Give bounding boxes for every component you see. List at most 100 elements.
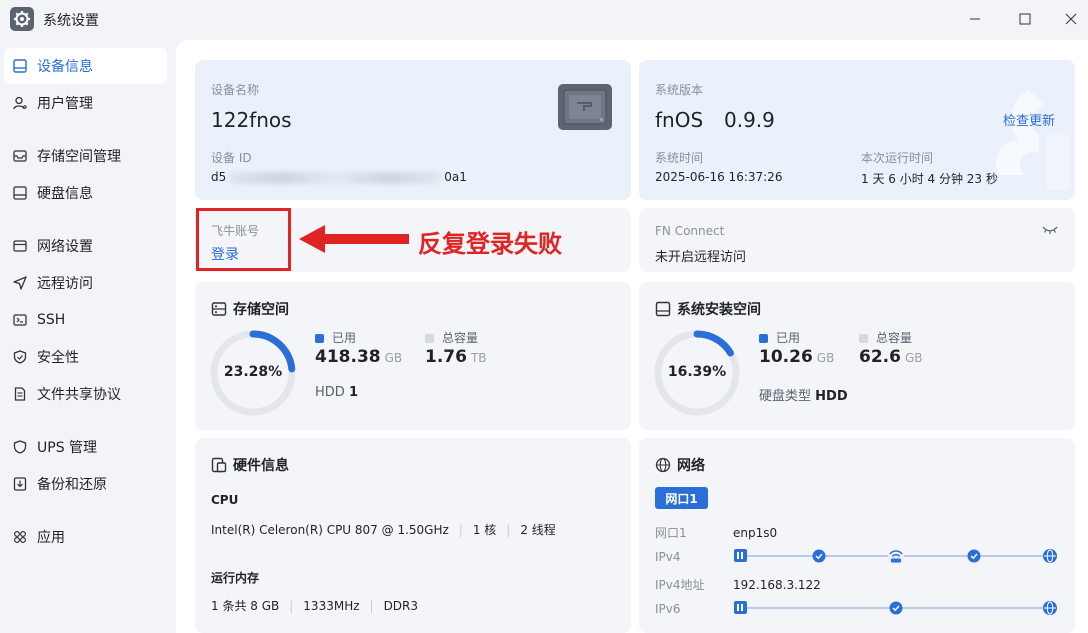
uptime: 1 天 6 小时 4 分钟 23 秒: [861, 172, 998, 186]
sidebar-item-label: SSH: [37, 312, 66, 328]
fn-connect-label: FN Connect: [655, 224, 725, 238]
storage-disk-info: HDD 1: [315, 385, 358, 400]
system-space-total-number: 62.6: [859, 347, 901, 367]
sidebar-item-label: 硬盘信息: [37, 186, 93, 202]
sidebar-item-device-info[interactable]: 设备信息: [4, 48, 167, 84]
sidebar-item-label: 应用: [37, 530, 65, 546]
storage-used-value: 418.38 GB: [315, 347, 402, 367]
terminal-icon: [12, 312, 28, 328]
cpu-label: CPU: [211, 493, 239, 507]
sidebar-item-security[interactable]: 安全性: [4, 339, 167, 375]
storage-total-unit: TB: [470, 351, 487, 365]
check-update-link[interactable]: 检查更新: [1003, 110, 1055, 129]
device-id-prefix: d5: [211, 170, 227, 184]
sidebar-item-label: 远程访问: [37, 276, 93, 292]
memory-slots: 1 条共 8 GB: [211, 599, 280, 613]
sidebar-item-label: 设备信息: [37, 59, 93, 75]
annotation-highlight-box: [196, 208, 291, 271]
nas-device-icon: [557, 83, 613, 135]
sidebar-item-label: 用户管理: [37, 96, 93, 112]
sidebar-item-backup[interactable]: 备份和还原: [4, 466, 167, 502]
sidebar-item-ups[interactable]: UPS 管理: [4, 429, 167, 465]
shield-icon: [12, 349, 28, 365]
hardware-title: 硬件信息: [211, 455, 289, 475]
system-space-total-legend: 总容量: [859, 329, 912, 346]
device-info-icon: [12, 58, 28, 74]
network-row-key: IPv4地址: [655, 578, 705, 592]
storage-used-label: 已用: [332, 331, 357, 345]
storage-title: 存储空间: [211, 299, 289, 319]
memory-label: 运行内存: [211, 571, 260, 585]
storage-used-unit: GB: [384, 351, 403, 365]
system-space-disk-type: 硬盘类型 HDD: [759, 385, 848, 404]
fn-connect-card: FN Connect 未开启远程访问: [639, 208, 1075, 272]
network-row-port: 网口1 enp1s0: [655, 524, 777, 541]
storage-disk-count: 1: [348, 385, 358, 400]
network-title-text: 网络: [677, 458, 705, 474]
fn-connect-status: 未开启远程访问: [655, 250, 747, 265]
sidebar-item-label: 安全性: [37, 350, 79, 366]
hardware-icon: [211, 457, 227, 473]
sidebar-item-ssh[interactable]: SSH: [4, 302, 167, 338]
network-title: 网络: [655, 455, 705, 475]
network-icon: [12, 238, 28, 254]
storage-card: 存储空间 23.28% 已用 418.38 GB 总容量 1.76 TB HDD 1: [195, 282, 631, 430]
uptime-label: 本次运行时间: [861, 151, 934, 165]
hardware-title-text: 硬件信息: [233, 458, 289, 474]
file-icon: [12, 386, 28, 402]
sidebar-item-remote[interactable]: 远程访问: [4, 265, 167, 301]
sidebar-item-disk[interactable]: 硬盘信息: [4, 175, 167, 211]
eye-closed-icon[interactable]: [1042, 224, 1058, 240]
ipv4-topology-diagram: [734, 548, 1057, 564]
network-row-ipv4: IPv4: [655, 550, 733, 564]
main-panel: 设备名称 122fnos 设备 ID d5 0a1 系统版本 fnOS 0.9.9…: [176, 40, 1088, 633]
window-title: 系统设置: [43, 13, 99, 29]
sidebar: 设备信息 用户管理 存储空间管理 硬盘信息 网络设置 远程访问 SSH 安全性 …: [0, 40, 172, 633]
network-row-key: IPv4: [655, 550, 681, 564]
storage-icon: [12, 148, 28, 164]
storage-total-label: 总容量: [442, 331, 479, 345]
cpu-threads: 2 线程: [520, 523, 556, 537]
memory-frequency: 1333MHz: [303, 599, 360, 613]
close-button[interactable]: [1060, 8, 1082, 30]
system-space-total-label: 总容量: [876, 331, 913, 345]
sidebar-item-file-sharing[interactable]: 文件共享协议: [4, 376, 167, 412]
device-id-label: 设备 ID: [211, 151, 252, 165]
ups-icon: [12, 439, 28, 455]
globe-icon: [655, 457, 671, 473]
os-name: fnOS: [655, 108, 704, 132]
sidebar-item-label: 文件共享协议: [37, 387, 121, 403]
sidebar-item-label: 存储空间管理: [37, 149, 121, 165]
sidebar-item-network[interactable]: 网络设置: [4, 228, 167, 264]
tab-port1[interactable]: 网口1: [655, 487, 708, 509]
storage-total-number: 1.76: [425, 347, 467, 367]
cpu-model: Intel(R) Celeron(R) CPU 807 @ 1.50GHz: [211, 523, 449, 537]
system-version-card: 系统版本 fnOS 0.9.9 检查更新 系统时间 2025-06-16 16:…: [639, 60, 1075, 200]
disk-type-label: 硬盘类型: [759, 389, 812, 404]
minimize-button[interactable]: [964, 8, 986, 30]
storage-title-text: 存储空间: [233, 302, 289, 318]
sidebar-item-label: 备份和还原: [37, 477, 107, 493]
used-legend-swatch: [759, 334, 768, 343]
title-bar: 系统设置: [0, 0, 1088, 38]
network-row-value: enp1s0: [733, 526, 778, 540]
system-space-card: 系统安装空间 16.39% 已用 10.26 GB 总容量 62.6 GB 硬盘类型…: [639, 282, 1075, 430]
system-space-used-number: 10.26: [759, 347, 813, 367]
ipv6-topology-diagram: [734, 601, 1057, 615]
system-space-title: 系统安装空间: [655, 299, 761, 319]
sidebar-item-users[interactable]: 用户管理: [4, 85, 167, 121]
system-time-label: 系统时间: [655, 151, 704, 165]
sidebar-item-apps[interactable]: 应用: [4, 519, 167, 555]
network-row-key: IPv6: [655, 602, 681, 616]
storage-percent: 23.28%: [223, 364, 283, 380]
network-row-value: 192.168.3.122: [733, 578, 821, 592]
send-icon: [12, 275, 28, 291]
sidebar-item-storage[interactable]: 存储空间管理: [4, 138, 167, 174]
storage-used-legend: 已用: [315, 329, 356, 346]
system-space-used-unit: GB: [816, 351, 835, 365]
storage-total-legend: 总容量: [425, 329, 478, 346]
hardware-card: 硬件信息 CPU Intel(R) Celeron(R) CPU 807 @ 1…: [195, 438, 631, 633]
maximize-button[interactable]: [1014, 8, 1036, 30]
memory-details: 1 条共 8 GB | 1333MHz | DDR3: [211, 599, 419, 613]
apps-icon: [12, 529, 28, 545]
